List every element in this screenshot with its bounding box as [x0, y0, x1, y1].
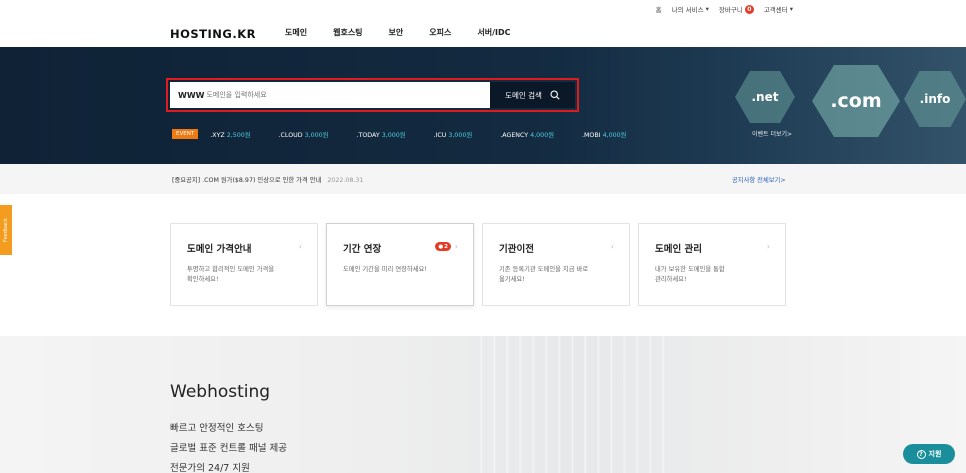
- event-badge: EVENT: [172, 129, 199, 139]
- www-prefix: WWW: [178, 90, 205, 100]
- menu-item-domain[interactable]: 도메인: [285, 27, 307, 38]
- promo-price: 4,000원: [530, 131, 554, 139]
- card-title: 도메인 관리: [655, 244, 703, 255]
- webhosting-feature: 전문가의 24/7 지원: [170, 463, 250, 473]
- menu-item-server-idc[interactable]: 서버/IDC: [477, 27, 510, 38]
- cart-count-badge: 0: [744, 4, 754, 14]
- hex-com: .com: [812, 65, 900, 137]
- card-title: 기관이전: [499, 244, 534, 255]
- notice-link[interactable]: [중요공지] .COM 원가($8.97) 인상으로 인한 가격 안내 2022.…: [172, 175, 363, 184]
- menu-item-webhosting[interactable]: 웹호스팅: [333, 27, 362, 38]
- main-menu: 도메인 웹호스팅 보안 오피스 서버/IDC: [285, 27, 537, 38]
- menu-item-security[interactable]: 보안: [389, 27, 404, 38]
- my-service-link[interactable]: 나의 서비스 ▾: [672, 4, 709, 14]
- card-domain-manage[interactable]: 도메인 관리 › 내가 보유한 도메인을 통합관리하세요!: [638, 223, 786, 306]
- card-desc-line: 기존 등록기관 도메인을 지금 바로: [499, 266, 589, 273]
- card-transfer[interactable]: 기관이전 › 기존 등록기관 도메인을 지금 바로옮기세요!: [482, 223, 630, 306]
- promo-price: 3,000원: [448, 131, 473, 139]
- search-field: WWW: [170, 82, 490, 108]
- support-button-label: 지원: [928, 450, 942, 458]
- domain-search-box: WWW 도메인 검색: [170, 82, 575, 108]
- my-service-label: 나의 서비스: [671, 6, 704, 14]
- cart-label: 장바구니: [718, 6, 743, 14]
- renewal-count-badge: ● 2: [435, 242, 451, 251]
- promo-tld: .XYZ: [210, 131, 225, 139]
- promo-tld: .CLOUD: [278, 131, 303, 139]
- promo-tld: .AGENCY: [500, 131, 529, 139]
- chevron-right-icon: ›: [298, 242, 302, 251]
- notice-more-link[interactable]: 공지사항 전체보기>: [732, 175, 786, 184]
- card-desc: 내가 보유한 도메인을 통합관리하세요!: [655, 265, 770, 285]
- support-center-link[interactable]: 고객센터 ▾: [764, 4, 793, 14]
- support-button[interactable]: ? 지원: [903, 444, 955, 464]
- promo-mobi[interactable]: .MOBI 4,000원: [582, 130, 626, 139]
- promo-price: 3,000원: [381, 131, 406, 139]
- webhosting-title: Webhosting: [170, 382, 271, 402]
- hex-net-label: .net: [751, 90, 779, 104]
- promo-cloud[interactable]: .CLOUD 3,000원: [279, 130, 329, 139]
- menu-item-office[interactable]: 오피스: [429, 27, 451, 38]
- card-desc: 투명하고 합리적인 도메인 가격을확인하세요!: [187, 265, 302, 285]
- domain-search-input[interactable]: [206, 91, 427, 99]
- notice-text: [중요공지] .COM 원가($8.97) 인상으로 인한 가격 안내: [172, 177, 322, 184]
- home-link[interactable]: 홈: [656, 4, 662, 14]
- chevron-right-icon: ›: [766, 242, 770, 251]
- chevron-right-icon: ›: [454, 242, 458, 251]
- promo-agency[interactable]: .AGENCY 4,000원: [500, 130, 554, 139]
- chevron-down-icon: ▾: [705, 5, 709, 13]
- notice-date: 2022.08.31: [327, 177, 364, 184]
- card-desc: 도메인 기간을 미리 연장하세요!: [343, 265, 458, 275]
- card-title: 도메인 가격안내: [187, 244, 252, 255]
- webhosting-feature: 글로벌 표준 컨트롤 패널 제공: [170, 443, 287, 454]
- card-desc: 기존 등록기관 도메인을 지금 바로옮기세요!: [499, 265, 614, 285]
- promo-price: 2,500원: [226, 131, 251, 139]
- promo-tld: .MOBI: [582, 131, 601, 139]
- webhosting-feature: 빠르고 안정적인 호스팅: [170, 423, 264, 434]
- card-desc-line: 옮기세요!: [499, 275, 525, 283]
- hex-info-label: .info: [919, 92, 951, 106]
- help-icon: ?: [916, 449, 926, 459]
- webhosting-section: Webhosting 빠르고 안정적인 호스팅 글로벌 표준 컨트롤 패널 제공…: [0, 336, 966, 473]
- search-button-label: 도메인 검색: [505, 90, 542, 100]
- hex-info: .info: [904, 71, 966, 127]
- clock-icon: ●: [438, 243, 444, 250]
- card-desc-line: 투명하고 합리적인 도메인 가격을: [187, 266, 275, 273]
- event-more-link[interactable]: 이벤트 더보기>: [752, 129, 792, 138]
- logo[interactable]: HOSTING.KR: [170, 27, 256, 41]
- support-center-label: 고객센터: [763, 6, 788, 14]
- main-nav: HOSTING.KR 도메인 웹호스팅 보안 오피스 서버/IDC: [0, 20, 966, 47]
- utility-bar: 홈 나의 서비스 ▾ 장바구니 0 고객센터 ▾: [0, 0, 966, 20]
- card-desc-line: 확인하세요!: [187, 275, 219, 283]
- hex-net: .net: [735, 71, 795, 123]
- chevron-down-icon: ▾: [789, 5, 793, 13]
- promo-tld: .ICU: [433, 131, 447, 139]
- card-domain-price[interactable]: 도메인 가격안내 › 투명하고 합리적인 도메인 가격을확인하세요!: [170, 223, 318, 306]
- card-renewal[interactable]: 기간 연장 ● 2 › 도메인 기간을 미리 연장하세요!: [326, 223, 474, 306]
- domain-search-button[interactable]: 도메인 검색: [490, 82, 575, 108]
- promo-xyz[interactable]: .XYZ 2,500원: [210, 130, 250, 139]
- notice-bar: [중요공지] .COM 원가($8.97) 인상으로 인한 가격 안내 2022.…: [0, 164, 966, 194]
- promo-tld: .TODAY: [356, 131, 380, 139]
- promo-icu[interactable]: .ICU 3,000원: [434, 130, 473, 139]
- feedback-tab[interactable]: Feedback: [0, 205, 12, 255]
- card-desc-line: 도메인 기간을 미리 연장하세요!: [343, 266, 427, 273]
- badge-count: 2: [444, 243, 448, 250]
- card-desc-line: 내가 보유한 도메인을 통합: [655, 266, 725, 273]
- card-desc-line: 관리하세요!: [655, 275, 687, 283]
- background-graphic: [470, 336, 670, 473]
- promo-today[interactable]: .TODAY 3,000원: [356, 130, 405, 139]
- search-icon: [550, 90, 560, 100]
- promo-price: 4,000원: [602, 131, 627, 139]
- promo-price: 3,000원: [304, 131, 329, 139]
- hex-com-label: .com: [830, 90, 882, 112]
- cart-link[interactable]: 장바구니 0: [719, 4, 754, 14]
- hero-banner: .net .com .info WWW 도메인 검색 EVENT .XYZ 2,…: [0, 47, 966, 164]
- promo-list: EVENT .XYZ 2,500원 .CLOUD 3,000원 .TODAY 3…: [172, 129, 654, 139]
- chevron-right-icon: ›: [610, 242, 614, 251]
